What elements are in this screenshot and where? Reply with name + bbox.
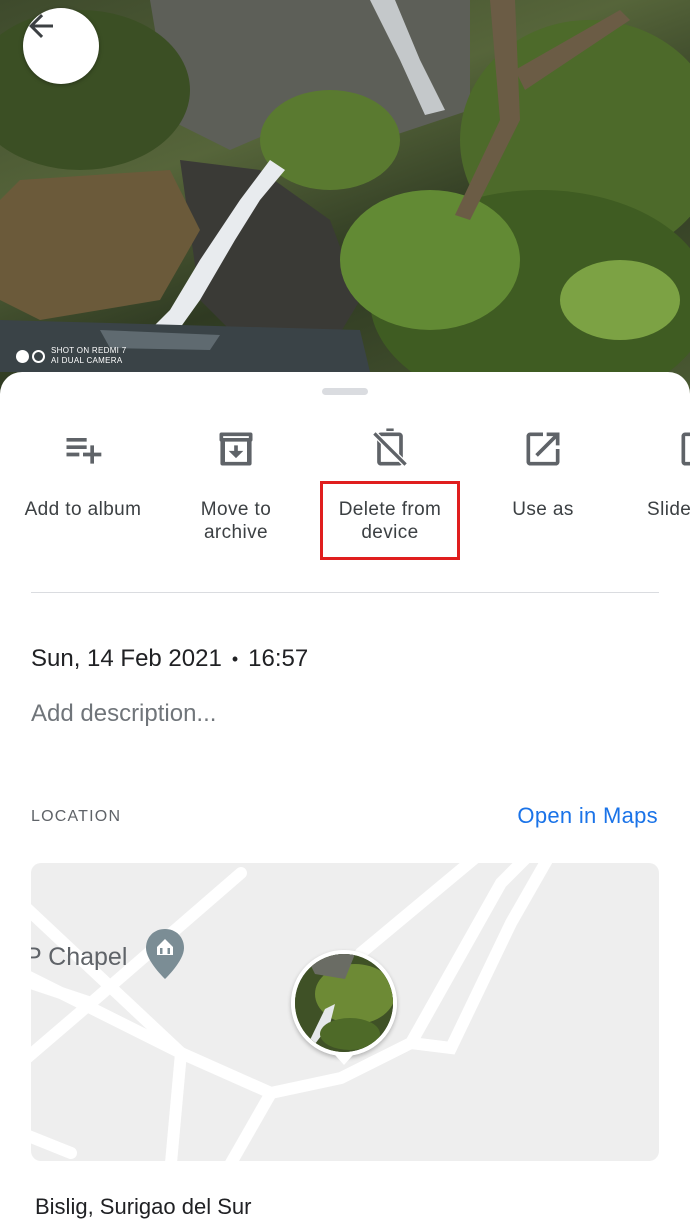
map-place-label: P Chapel [31,943,128,971]
back-button[interactable] [23,8,99,84]
divider [31,592,659,593]
date-time-separator: • [231,648,239,669]
add-to-album-button[interactable]: Add to album [8,424,158,521]
photo-time: 16:57 [248,645,309,672]
watermark-logo [16,349,45,363]
location-heading: LOCATION [31,808,122,825]
photo-viewer[interactable]: SHOT ON REDMI 7 AI DUAL CAMERA [0,0,690,400]
marker-pointer [335,1055,353,1065]
slideshow-label: Slide [647,499,690,520]
open-in-maps-link[interactable]: Open in Maps [517,803,658,829]
photo-location-marker[interactable] [291,950,397,1056]
location-map[interactable]: P Chapel [31,863,659,1161]
highlight-box [320,481,460,560]
phone-off-icon [371,428,409,468]
camera-watermark: SHOT ON REDMI 7 AI DUAL CAMERA [16,346,126,366]
slideshow-button[interactable]: Slide [640,424,690,521]
use-as-label: Use as [512,499,574,520]
photo-date: Sun, 14 Feb 2021 [31,645,222,672]
sheet-drag-handle[interactable] [322,388,368,395]
playlist-add-icon [66,438,102,464]
photo-datetime[interactable]: Sun, 14 Feb 2021 • 16:57 [31,645,308,673]
move-to-archive-label: Move to archive [200,499,272,543]
place-pin-icon [146,929,184,979]
location-place-name: Bislig, Surigao del Sur [35,1194,252,1219]
use-as-button[interactable]: Use as [468,424,618,521]
archive-icon [219,432,253,466]
photo-thumbnail [295,954,393,1052]
watermark-line2: AI DUAL CAMERA [51,356,123,365]
open-external-icon [526,432,560,466]
move-to-archive-button[interactable]: Move to archive [161,424,311,544]
slideshow-icon [681,432,690,466]
waterfall-photo [0,0,690,400]
add-description-field[interactable]: Add description... [31,700,216,728]
arrow-left-icon [29,14,53,38]
watermark-line1: SHOT ON REDMI 7 [51,346,127,355]
add-to-album-label: Add to album [24,499,142,520]
